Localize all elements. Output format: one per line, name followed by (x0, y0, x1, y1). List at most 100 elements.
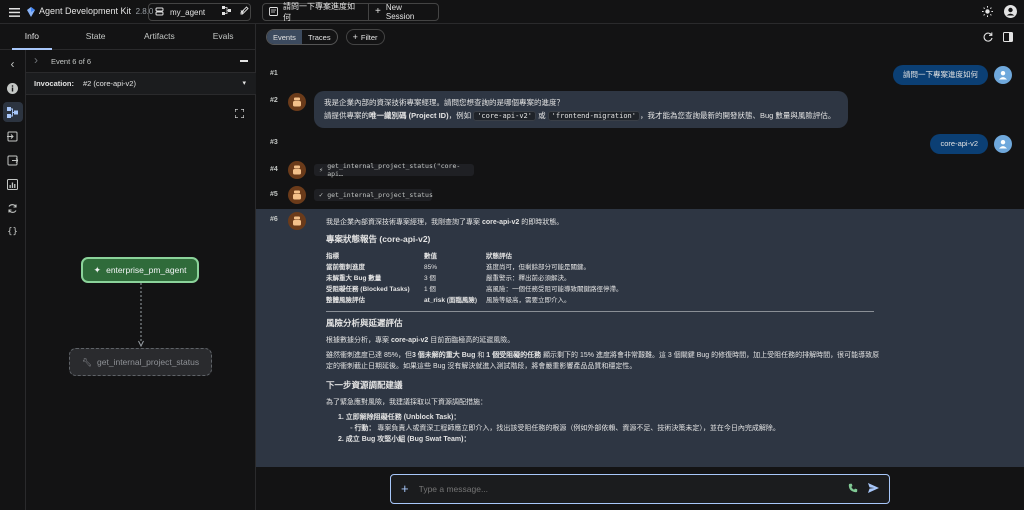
table-cell: 當前衝刺進度 (326, 264, 365, 271)
info-icon[interactable] (3, 78, 23, 98)
attach-add-icon[interactable]: + (401, 482, 409, 495)
step-title: 2. 成立 Bug 攻堅小組 (Bug Swat Team)： (338, 436, 471, 443)
filter-button[interactable]: + Filter (345, 29, 385, 45)
agent-name: my_agent (170, 7, 206, 17)
report-intro: 我是企業內部資深技術專案經理，我剛查詢了專案 core-api-v2 的即時狀態… (326, 217, 886, 228)
invocation-label: Invocation: (34, 79, 75, 88)
edit-icon[interactable] (240, 6, 249, 15)
bolt-icon: ⚡︎ (319, 166, 324, 174)
icon-rail: ‹ {} (0, 50, 26, 510)
function-response-chip[interactable]: ✓ get_internal_project_status (314, 189, 433, 201)
session-title: 請問一下專案進度如何 (283, 2, 355, 22)
agent-graph-icon[interactable] (222, 6, 231, 15)
tab-artifacts[interactable]: Artifacts (128, 24, 192, 49)
add-icon: + (352, 31, 358, 42)
table-cell: at_risk (面臨風險) (424, 297, 478, 304)
chevron-right-icon[interactable]: › (34, 53, 38, 67)
phone-icon[interactable] (848, 483, 858, 495)
bot-avatar (288, 186, 306, 204)
adk-logo-icon (26, 7, 36, 19)
check-icon: ✓ (319, 191, 324, 199)
send-icon[interactable] (868, 483, 879, 495)
table-cell: 未解重大 Bug 數量 (326, 275, 382, 282)
inline-code: 'frontend-migration' (547, 111, 640, 121)
tool-node[interactable]: 🔧︎ get_internal_project_status (69, 348, 212, 376)
step-item: 2. 成立 Bug 攻堅小組 (Bug Swat Team)： (326, 434, 886, 445)
user-message[interactable]: core-api-v2 (930, 134, 988, 154)
side-tabs: Info State Artifacts Evals (0, 24, 255, 50)
function-call-chip[interactable]: ⚡︎ get_internal_project_status("core-api… (314, 162, 474, 178)
collapse-icon[interactable] (240, 60, 248, 62)
bold-text: 1 個受阻礙的任務 (486, 352, 542, 359)
new-session-button[interactable]: + New Session (369, 3, 438, 21)
table-cell: 85% (424, 264, 438, 271)
table-cell: 受阻礙任務 (Blocked Tasks) (326, 286, 410, 293)
graph-icon[interactable] (2, 102, 23, 122)
next-steps-intro: 為了緊急應對風險，我建議採取以下資源調配措施： (326, 399, 487, 406)
text-span: 我是企業內部資深技術專案經理，我剛查詢了專案 (326, 219, 480, 226)
left-panel: Info State Artifacts Evals ‹ {} › Event … (0, 24, 256, 510)
agent-message[interactable]: 我是企業內部的資深技術專案經理。請問您想查詢的是哪個專案的進度？ 請提供專案的唯… (314, 91, 848, 128)
menu-icon[interactable] (8, 6, 20, 18)
user-avatar (994, 135, 1012, 153)
metrics-icon[interactable] (3, 174, 23, 194)
dropdown-arrow-icon: ▾ (242, 80, 246, 87)
table-cell: 高風險：一個任務受阻可能導致關鍵路徑停滯。 (486, 286, 623, 293)
app-title: Agent Development Kit 2.8.0 (39, 6, 153, 16)
selected-event-row[interactable]: #6 我是企業內部資深技術專案經理，我剛查詢了專案 core-api-v2 的即… (256, 209, 1024, 467)
table-cell: 整體風險評估 (326, 297, 365, 304)
chat-panel: Events Traces + Filter #1 請問一下專案進度如何 #2 … (256, 24, 1024, 510)
invocation-value: #2 (core-api-v2) (83, 79, 136, 88)
table-cell: 3 個 (424, 275, 436, 282)
table-cell: 進度尚可，但剩餘部分可能是關鍵。 (486, 264, 590, 271)
chat-history-icon (269, 6, 278, 18)
code-braces-icon[interactable]: {} (3, 222, 23, 242)
table-cell: 1 個 (424, 286, 436, 293)
tab-state[interactable]: State (64, 24, 128, 49)
step-action: ◦ 行動： 專案負責人或資深工程師應立即介入，找出該受阻任務的根源（例如外部依賴… (350, 425, 780, 432)
text-span: 和 (477, 352, 485, 359)
user-message[interactable]: 請問一下專案進度如何 (893, 65, 988, 85)
text-span: 根據數據分析，專案 (326, 337, 389, 344)
user-avatar (994, 66, 1012, 84)
table-cell: 嚴重警示：釋出前必須解決。 (486, 275, 571, 282)
prev-event-icon[interactable]: ‹ (3, 54, 23, 74)
inline-code: 'core-api-v2' (473, 111, 536, 121)
fullscreen-icon[interactable] (234, 108, 245, 120)
events-toggle[interactable]: Events (267, 30, 302, 44)
response-icon[interactable] (3, 150, 23, 170)
filter-bar: Events Traces + Filter (256, 24, 1024, 50)
table-header: 狀態評估 (486, 253, 512, 260)
risk-paragraph: 根據數據分析，專案 core-api-v2 目前面臨極高的延遲風險。 (326, 335, 886, 346)
sync-icon[interactable] (3, 198, 23, 218)
request-icon[interactable] (3, 126, 23, 146)
bold-text: 3 個未解的重大 Bug (411, 352, 476, 359)
text-span: 專案負責人或資深工程師應立即介入，找出該受阻任務的根源（例如外部依賴、資源不足、… (377, 425, 780, 432)
tab-evals[interactable]: Evals (191, 24, 255, 49)
traces-toggle[interactable]: Traces (302, 30, 337, 44)
session-title-button[interactable]: 請問一下專案進度如何 (263, 2, 370, 22)
agent-node[interactable]: ✦ enterprise_pm_agent (81, 257, 199, 283)
refresh-icon[interactable] (983, 32, 993, 44)
tool-node-label: get_internal_project_status (97, 357, 200, 367)
text-span: ，例如 (448, 111, 472, 120)
bot-avatar (288, 93, 306, 111)
agent-selector[interactable]: my_agent ▾ (148, 3, 251, 21)
invocation-selector[interactable]: Invocation: #2 (core-api-v2) ▾ (26, 73, 256, 95)
app-title-text: Agent Development Kit (39, 6, 132, 16)
table-header: 指標 (326, 253, 339, 260)
event-number: #3 (270, 139, 278, 146)
status-table: 指標 數值 狀態評估 當前衝刺進度 85% 進度尚可，但剩餘部分可能是關鍵。 未… (326, 251, 886, 306)
message-input[interactable] (418, 484, 838, 494)
text-span: 的即時狀態。 (521, 219, 564, 226)
filter-label: Filter (360, 32, 378, 42)
table-header: 數值 (424, 253, 437, 260)
risk-paragraph: 雖然衝刺進度已達 85%，但3 個未解的重大 Bug 和 1 個受阻礙的任務 顯… (326, 350, 886, 372)
account-icon[interactable] (1004, 5, 1017, 18)
theme-toggle-icon[interactable] (982, 6, 993, 17)
event-nav: › Event 6 of 6 (26, 50, 256, 73)
agent-icon (155, 7, 164, 18)
function-response-text: get_internal_project_status (327, 191, 433, 199)
tab-info[interactable]: Info (0, 24, 64, 50)
collapse-panel-icon[interactable] (1003, 32, 1013, 44)
